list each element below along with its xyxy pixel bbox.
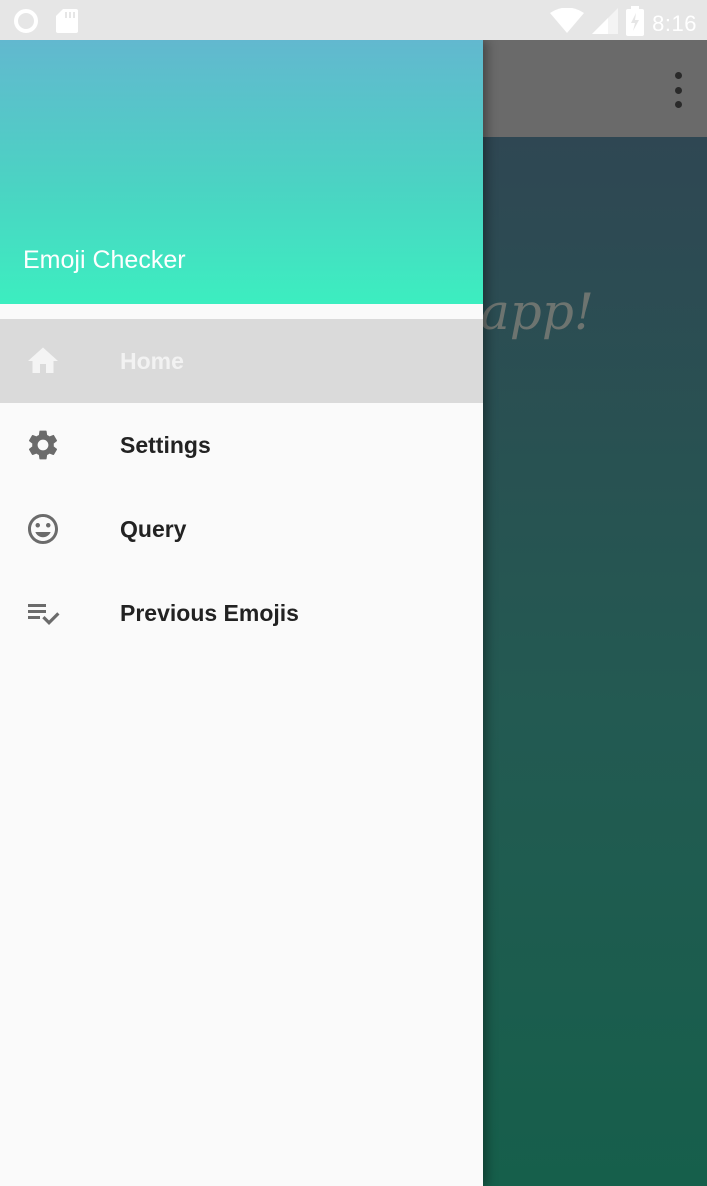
drawer-header-title: Emoji Checker xyxy=(23,246,186,274)
cell-signal-icon xyxy=(592,8,619,39)
drawer-menu: Home Settings Query Previous Emojis xyxy=(0,319,483,655)
wifi-icon xyxy=(550,7,585,39)
welcome-text: app! xyxy=(480,283,594,341)
smiley-icon xyxy=(25,511,61,547)
overflow-menu-icon[interactable] xyxy=(671,72,685,108)
drawer-item-label: Previous Emojis xyxy=(120,599,299,626)
circle-notification-icon xyxy=(12,7,40,40)
drawer-item-home[interactable]: Home xyxy=(0,319,483,403)
home-icon xyxy=(25,343,61,379)
drawer-item-label: Settings xyxy=(120,431,211,458)
drawer-item-query[interactable]: Query xyxy=(0,487,483,571)
drawer-item-label: Home xyxy=(120,347,184,374)
clock-time: 8:16 xyxy=(652,10,697,36)
drawer-item-settings[interactable]: Settings xyxy=(0,403,483,487)
gear-icon xyxy=(25,427,61,463)
battery-charging-icon xyxy=(626,6,645,41)
drawer-header: Emoji Checker xyxy=(0,40,483,304)
drawer-item-previous-emojis[interactable]: Previous Emojis xyxy=(0,571,483,655)
sd-card-icon xyxy=(56,8,78,39)
navigation-drawer: Emoji Checker Home Settings Query Previo… xyxy=(0,40,483,1186)
status-bar: 8:16 xyxy=(0,0,707,40)
playlist-check-icon xyxy=(25,595,61,631)
drawer-item-label: Query xyxy=(120,515,187,542)
